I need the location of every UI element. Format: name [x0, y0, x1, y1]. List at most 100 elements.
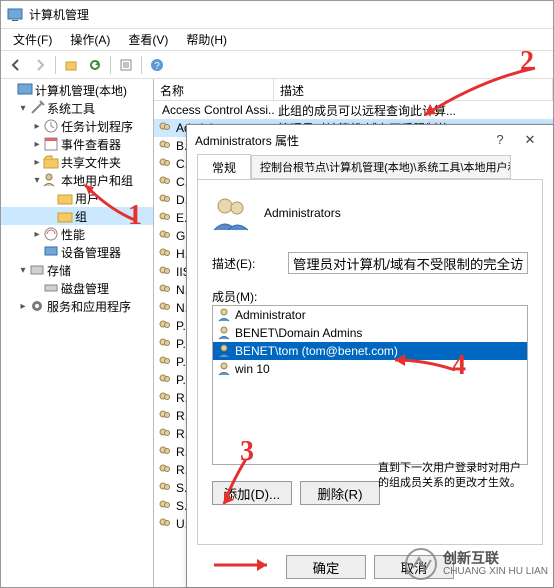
- disk-icon: [43, 280, 59, 296]
- watermark-brand: 创新互联: [443, 551, 548, 566]
- dialog-help-button[interactable]: ?: [485, 132, 515, 148]
- window-title: 计算机管理: [29, 6, 89, 23]
- group-icon: [158, 193, 172, 207]
- group-icon: [158, 175, 172, 189]
- tools-icon: [29, 100, 45, 116]
- tree-services-apps[interactable]: ▸服务和应用程序: [1, 297, 153, 315]
- folder-icon: [57, 190, 73, 206]
- svg-text:?: ?: [154, 61, 160, 72]
- tree-event-viewer[interactable]: ▸事件查看器: [1, 135, 153, 153]
- group-icon: [158, 301, 172, 315]
- storage-icon: [29, 262, 45, 278]
- shared-folder-icon: [43, 154, 59, 170]
- user-icon: [217, 326, 231, 340]
- group-icon: [158, 139, 172, 153]
- member-item[interactable]: win 10: [213, 360, 527, 378]
- list-row[interactable]: Access Control Assi...此组的成员可以远程查询此计算...: [154, 101, 553, 119]
- tree-root[interactable]: 计算机管理(本地): [1, 81, 153, 99]
- dialog-titlebar[interactable]: Administrators 属性 ? ✕: [187, 125, 553, 155]
- app-icon: [7, 7, 23, 23]
- group-icon: [158, 481, 172, 495]
- toolbar-separator: [55, 56, 56, 74]
- tree-system-tools[interactable]: ▾系统工具: [1, 99, 153, 117]
- member-item[interactable]: Administrator: [213, 306, 527, 324]
- members-listbox[interactable]: AdministratorBENET\Domain AdminsBENET\to…: [212, 305, 528, 465]
- tab-general[interactable]: 常规: [197, 154, 251, 180]
- menubar: 文件(F) 操作(A) 查看(V) 帮助(H): [1, 29, 553, 51]
- group-icon: [158, 157, 172, 171]
- remove-button[interactable]: 删除(R): [300, 481, 380, 505]
- tab-path[interactable]: 控制台根节点\计算机管理(本地)\系统工具\本地用户和组: [251, 155, 511, 179]
- clock-icon: [43, 118, 59, 134]
- tree-shared-folders[interactable]: ▸共享文件夹: [1, 153, 153, 171]
- computer-icon: [17, 82, 33, 98]
- group-icon: [158, 265, 172, 279]
- menu-view[interactable]: 查看(V): [120, 29, 176, 50]
- group-icon: [158, 391, 172, 405]
- membership-note: 直到下一次用户登录时对用户的组成员关系的更改才生效。: [378, 461, 528, 490]
- user-icon: [217, 308, 231, 322]
- tree-users[interactable]: 用户: [1, 189, 153, 207]
- watermark-logo-icon: [405, 548, 437, 580]
- toolbar-separator: [141, 56, 142, 74]
- tree-groups[interactable]: 组: [1, 207, 153, 225]
- folder-icon: [57, 208, 73, 224]
- user-icon: [217, 362, 231, 376]
- description-label: 描述(E):: [212, 255, 288, 272]
- tree-task-scheduler[interactable]: ▸任务计划程序: [1, 117, 153, 135]
- col-desc-header[interactable]: 描述: [274, 79, 553, 100]
- properties-dialog: Administrators 属性 ? ✕ 常规 控制台根节点\计算机管理(本地…: [186, 124, 554, 588]
- group-icon: [158, 355, 172, 369]
- group-icon: [158, 211, 172, 225]
- group-icon: [158, 445, 172, 459]
- toolbar-separator: [110, 56, 111, 74]
- tree-performance[interactable]: ▸性能: [1, 225, 153, 243]
- group-icon: [158, 499, 172, 513]
- group-icon: [158, 247, 172, 261]
- dialog-body: Administrators 描述(E): 成员(M): Administrat…: [197, 179, 543, 545]
- col-name-header[interactable]: 名称: [154, 79, 274, 100]
- tree-disk-management[interactable]: 磁盘管理: [1, 279, 153, 297]
- group-name-label: Administrators: [264, 206, 341, 220]
- tree-storage[interactable]: ▾存储: [1, 261, 153, 279]
- tree-panel: 计算机管理(本地) ▾系统工具 ▸任务计划程序 ▸事件查看器 ▸共享文件夹 ▾本…: [1, 79, 154, 587]
- tree-device-manager[interactable]: 设备管理器: [1, 243, 153, 261]
- group-icon: [158, 373, 172, 387]
- list-header: 名称 描述: [154, 79, 553, 101]
- titlebar[interactable]: 计算机管理: [1, 1, 553, 29]
- group-icon: [158, 319, 172, 333]
- ok-button[interactable]: 确定: [286, 555, 366, 579]
- up-button[interactable]: [60, 54, 82, 76]
- toolbar: ?: [1, 51, 553, 79]
- group-icon: [158, 283, 172, 297]
- menu-help[interactable]: 帮助(H): [178, 29, 235, 50]
- performance-icon: [43, 226, 59, 242]
- navigation-tree[interactable]: 计算机管理(本地) ▾系统工具 ▸任务计划程序 ▸事件查看器 ▸共享文件夹 ▾本…: [1, 79, 153, 315]
- add-button[interactable]: 添加(D)...: [212, 481, 292, 505]
- back-button[interactable]: [5, 54, 27, 76]
- user-icon: [217, 344, 231, 358]
- group-icon: [158, 517, 172, 531]
- watermark: 创新互联 CHUANG XIN HU LIAN: [405, 548, 548, 580]
- description-input[interactable]: [288, 252, 528, 274]
- members-label: 成员(M):: [212, 290, 257, 304]
- group-large-icon: [212, 194, 250, 232]
- dialog-close-button[interactable]: ✕: [515, 132, 545, 148]
- menu-file[interactable]: 文件(F): [5, 29, 60, 50]
- tree-local-users[interactable]: ▾本地用户和组: [1, 171, 153, 189]
- group-icon: [158, 121, 172, 135]
- group-icon: [158, 409, 172, 423]
- refresh-button[interactable]: [84, 54, 106, 76]
- properties-button[interactable]: [115, 54, 137, 76]
- services-icon: [29, 298, 45, 314]
- member-item[interactable]: BENET\tom (tom@benet.com): [213, 342, 527, 360]
- group-icon: [158, 229, 172, 243]
- group-icon: [158, 427, 172, 441]
- help-button[interactable]: ?: [146, 54, 168, 76]
- member-item[interactable]: BENET\Domain Admins: [213, 324, 527, 342]
- menu-action[interactable]: 操作(A): [62, 29, 118, 50]
- forward-button[interactable]: [29, 54, 51, 76]
- group-icon: [158, 463, 172, 477]
- watermark-sub: CHUANG XIN HU LIAN: [443, 566, 548, 577]
- dialog-tabs: 常规 控制台根节点\计算机管理(本地)\系统工具\本地用户和组: [187, 155, 553, 179]
